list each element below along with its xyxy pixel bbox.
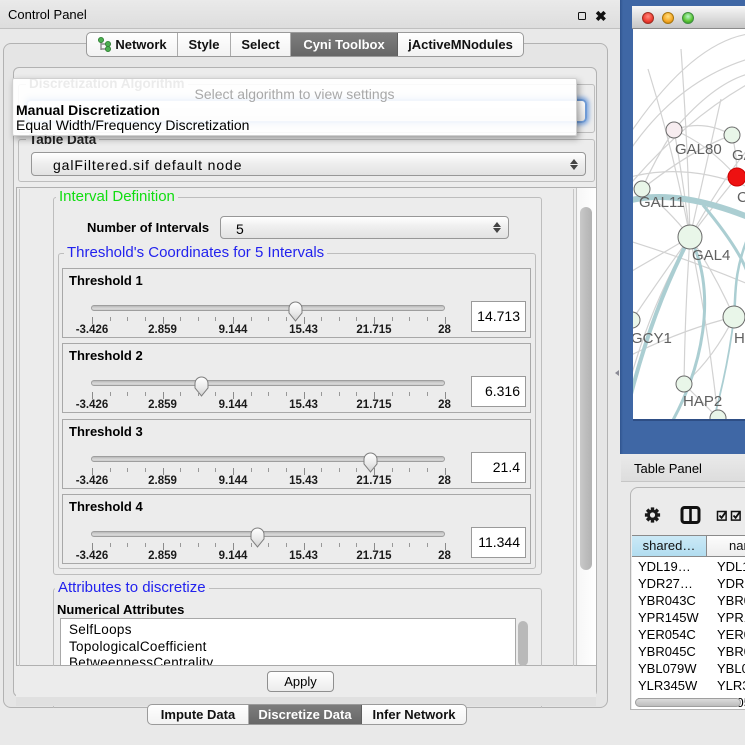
svg-text:HAP2: HAP2 <box>683 393 722 410</box>
svg-text:GCY1: GCY1 <box>633 330 672 347</box>
svg-text:GA: GA <box>732 147 745 164</box>
svg-text:GAL80: GAL80 <box>675 141 722 158</box>
svg-text:GAL11: GAL11 <box>639 194 685 211</box>
svg-text:H: H <box>734 330 745 347</box>
svg-text:GAL4: GAL4 <box>692 247 730 264</box>
svg-text:C: C <box>737 189 745 206</box>
